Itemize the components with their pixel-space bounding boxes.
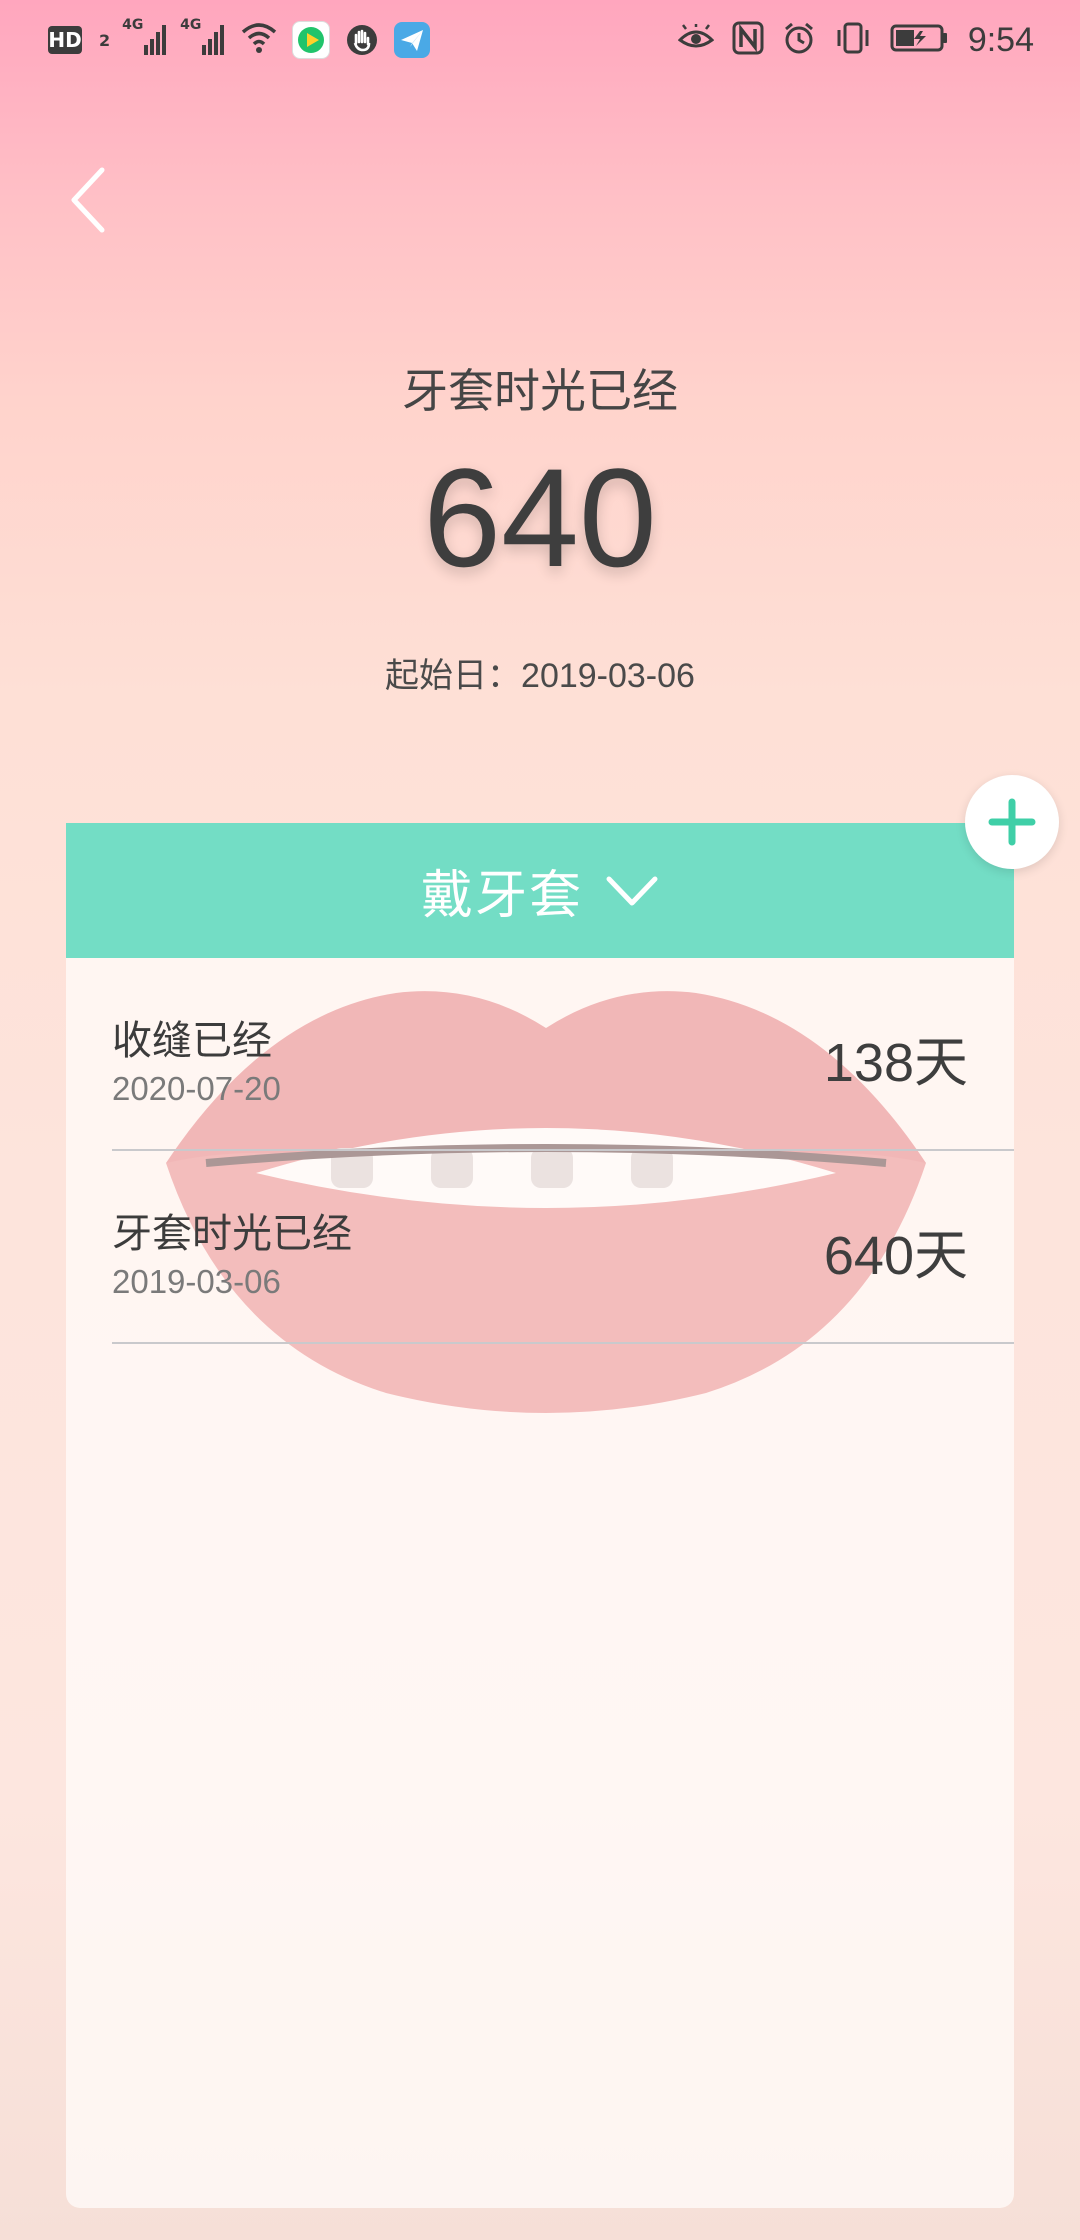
record-label: 收缝已经: [112, 1018, 272, 1064]
status-bar-right: 9:54: [677, 18, 1034, 62]
network-type-label-2: 4G: [180, 17, 202, 33]
nfc-icon: [732, 21, 764, 59]
record-days-value: 640: [823, 1226, 914, 1286]
record-date: 2019-03-06: [112, 1263, 281, 1300]
record-date: 2020-07-20: [112, 1070, 281, 1107]
records-card: 戴牙套 收缝已经 2020-07-20 138天 牙套时光已经 2019-03-…: [66, 823, 1014, 2208]
chevron-down-icon: [606, 876, 658, 905]
category-selector[interactable]: 戴牙套: [66, 823, 1014, 958]
record-days: 138天: [824, 1018, 968, 1097]
back-button[interactable]: [62, 160, 122, 240]
record-days: 640天: [824, 1211, 968, 1290]
vibrate-icon: [834, 21, 872, 59]
clock: 9:54: [967, 20, 1034, 59]
record-days-unit: 天: [914, 1031, 968, 1094]
video-app-icon: [292, 21, 331, 59]
record-days-unit: 天: [914, 1224, 968, 1287]
add-record-button[interactable]: [965, 775, 1059, 869]
category-label: 戴牙套: [420, 866, 583, 926]
eye-icon: [677, 24, 715, 56]
list-item[interactable]: 牙套时光已经 2019-03-06 640天: [112, 1151, 1014, 1344]
hd-sub-label: 2: [99, 30, 111, 50]
status-bar: HD 2 4G 4G 9:54: [0, 0, 1080, 80]
start-date-label: 起始日：: [385, 656, 522, 696]
list-item[interactable]: 收缝已经 2020-07-20 138天: [112, 958, 1014, 1151]
network-type-label: 4G: [122, 17, 144, 33]
wifi-icon: [240, 22, 278, 58]
page-title: 牙套时光已经: [402, 364, 678, 418]
record-days-value: 138: [823, 1033, 914, 1093]
start-date-line: 起始日：2019-03-06: [0, 648, 1080, 697]
signal-icon-2: 4G: [180, 17, 226, 57]
alarm-icon: [782, 21, 816, 59]
hd-icon: HD: [48, 26, 82, 54]
start-date-value: 2019-03-06: [521, 657, 695, 695]
battery-icon: [890, 23, 950, 57]
plus-icon: [988, 798, 1036, 846]
back-arrow-icon: [71, 167, 105, 233]
hand-app-icon: [344, 22, 380, 58]
elapsed-days-count: 640: [423, 439, 657, 596]
record-label: 牙套时光已经: [112, 1211, 352, 1257]
record-list: 收缝已经 2020-07-20 138天 牙套时光已经 2019-03-06 6…: [66, 958, 1014, 1344]
signal-icon: 4G: [122, 17, 168, 57]
send-app-icon: [394, 22, 431, 58]
status-bar-left: HD 2 4G 4G: [48, 17, 431, 60]
